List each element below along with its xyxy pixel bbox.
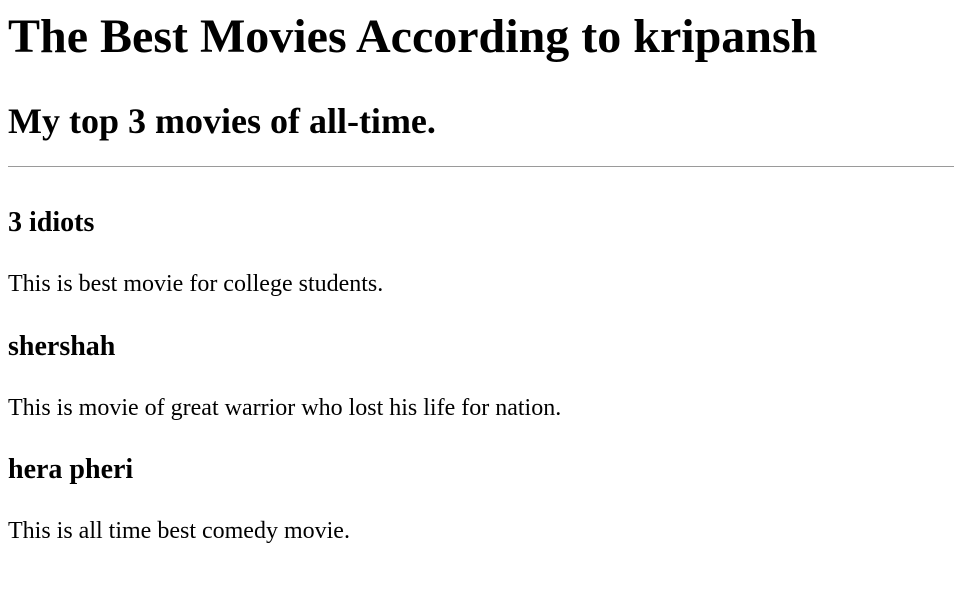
movie-title: 3 idiots bbox=[8, 207, 95, 238]
movie-title: shershah bbox=[8, 331, 116, 362]
page-title: The Best Movies According to kripansh bbox=[8, 10, 818, 63]
movie-title: hera pheri bbox=[8, 454, 134, 485]
page-subtitle: My top 3 movies of all-time. bbox=[8, 101, 436, 141]
divider bbox=[8, 166, 954, 167]
movie-description: This is best movie for college students. bbox=[8, 271, 384, 297]
movie-description: This is all time best comedy movie. bbox=[8, 518, 350, 544]
movie-description: This is movie of great warrior who lost … bbox=[8, 395, 562, 421]
